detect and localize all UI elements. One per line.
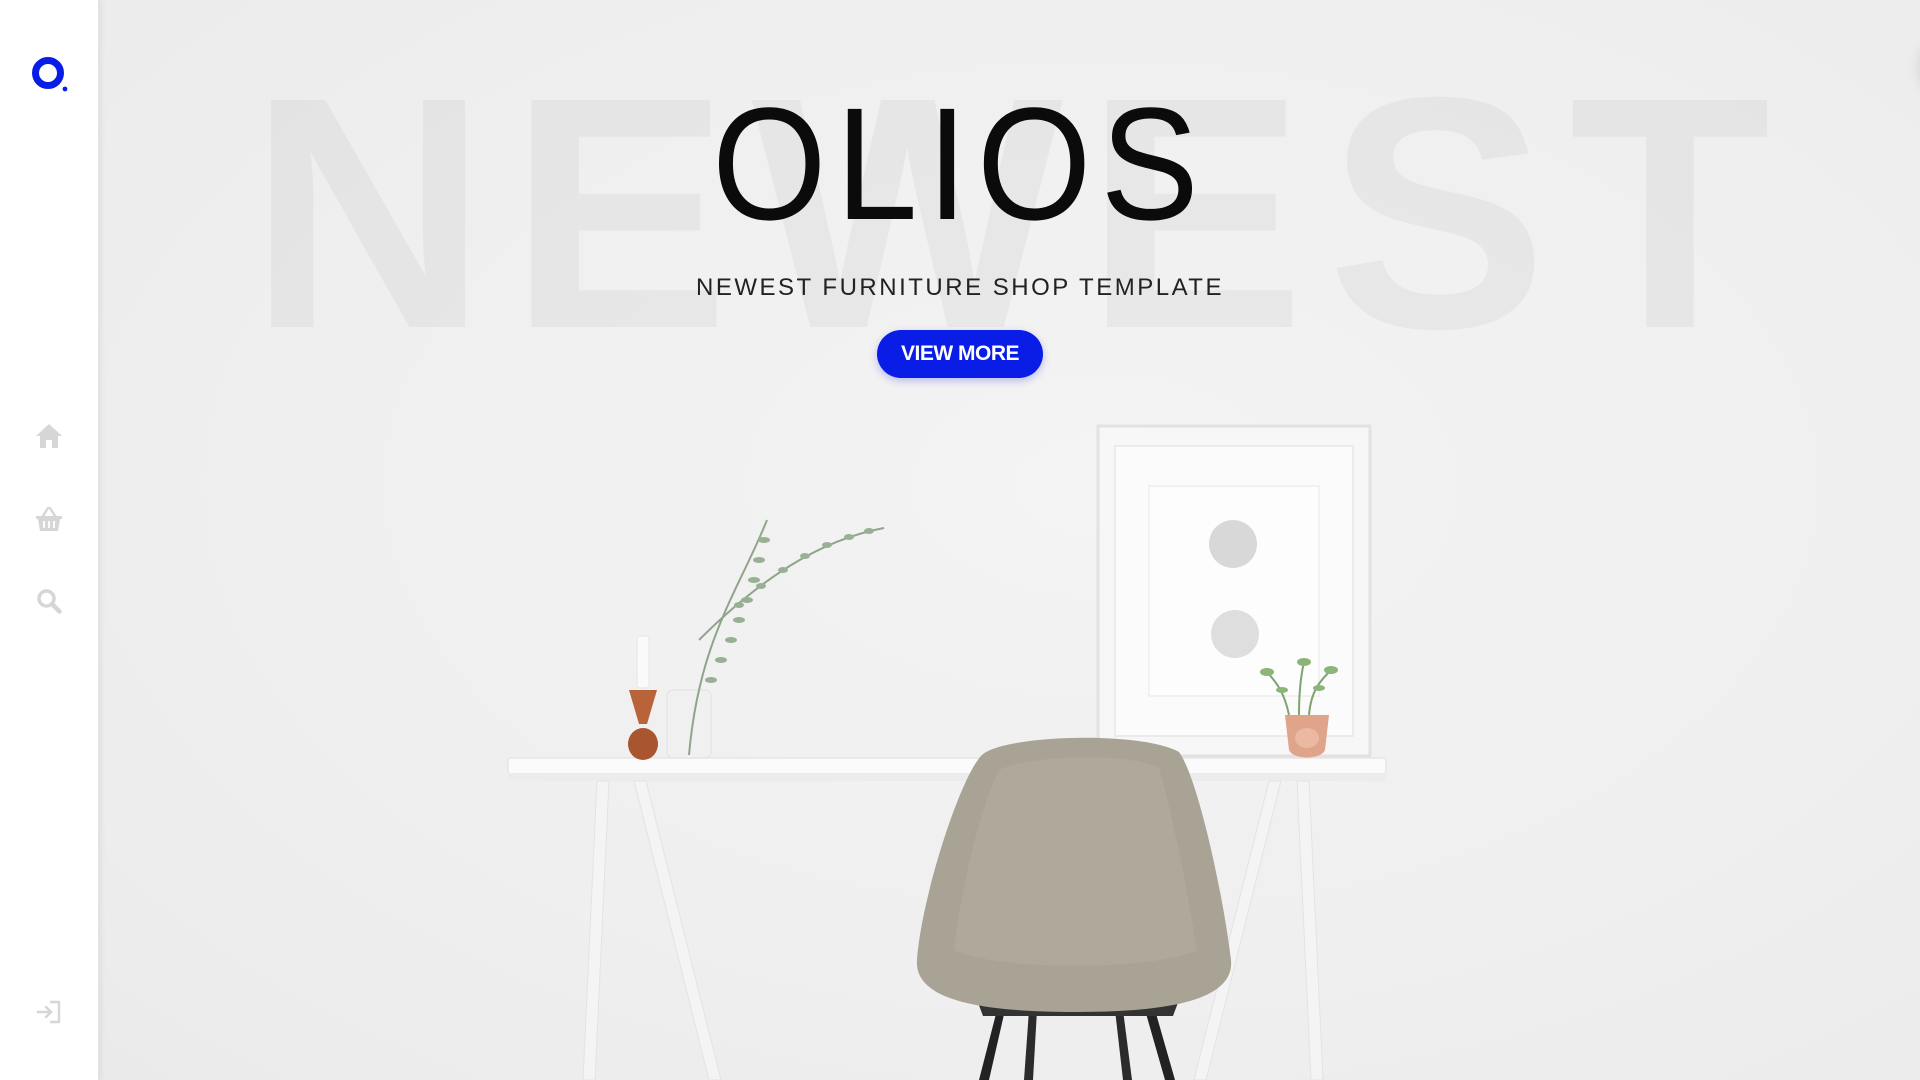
view-more-button[interactable]: VIEW MORE <box>877 330 1043 378</box>
hero-title: OLIOS <box>712 74 1208 253</box>
hero-section: NEWEST OLIOS NEWEST FURNITURE SHOP TEMPL… <box>99 0 1920 1080</box>
hero-subtitle: NEWEST FURNITURE SHOP TEMPLATE <box>696 274 1224 301</box>
picture-frame <box>1096 424 1372 758</box>
sidebar <box>0 0 99 1080</box>
basket-icon[interactable] <box>34 504 64 534</box>
page: NEWEST OLIOS NEWEST FURNITURE SHOP TEMPL… <box>0 0 1920 1080</box>
olios-logo-icon[interactable] <box>31 56 69 94</box>
search-icon[interactable] <box>34 586 64 616</box>
sign-in-icon[interactable] <box>34 997 64 1027</box>
home-icon[interactable] <box>34 421 64 451</box>
